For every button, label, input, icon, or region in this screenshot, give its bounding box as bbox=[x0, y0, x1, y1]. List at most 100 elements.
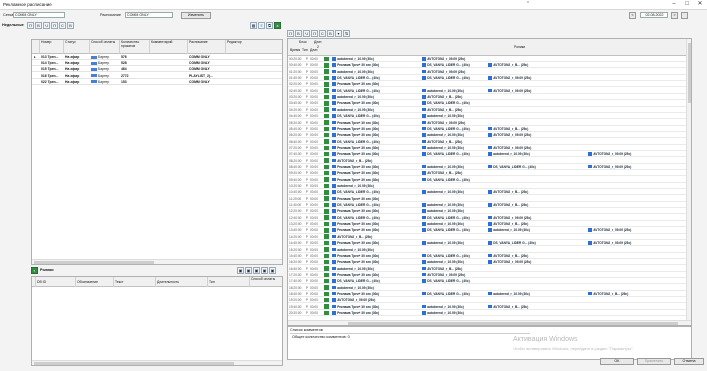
schedule-row[interactable]: 04:40:00 Р 00:00 DS_VANYA_LIDER G... (40с) a… bbox=[288, 113, 688, 120]
day-sun-button[interactable]: В bbox=[67, 22, 74, 29]
schedule-row[interactable]: 07:20:00 Р 00:00 Реклама Трек+ 30 сек (30с)… bbox=[288, 145, 688, 151]
roll-cell[interactable]: AVTOTON2_r_09.09 (25с) bbox=[588, 227, 684, 233]
roll-cell[interactable]: AVTOTON2_r_09.09 (25с) bbox=[488, 88, 586, 94]
roll-cell[interactable]: AVTOTON2_r_B... (25с) bbox=[488, 202, 586, 208]
roll-cell[interactable]: AVTOTON2_r_B... (25с) bbox=[422, 139, 486, 145]
table-row[interactable]: ▸ 013 Трен... На эфир Бартер 576 COMM ONLY bbox=[32, 54, 282, 60]
day-thu-button[interactable]: Ч bbox=[43, 22, 50, 29]
roll-cell[interactable]: autobrend_r_10.09 (30с) bbox=[422, 113, 486, 119]
schedule-row[interactable]: 00:40:00 Р 00:00 Реклама Трек+ 30 сек (30с)… bbox=[288, 62, 688, 69]
roll-cell[interactable]: AVTOTON2_r_09.09 (25с) bbox=[488, 75, 586, 81]
schedule-row[interactable]: 16:40:00 Р 00:00 autobrend_r_10.09 (30с) AVT… bbox=[288, 266, 688, 272]
roll-cell[interactable]: AVTOTON2_r_B... (25с) bbox=[488, 126, 586, 132]
schedule-row[interactable]: 18:40:00 Р 00:00 Реклама Трек+ 30 сек (30с)… bbox=[288, 291, 688, 298]
roll-cell[interactable]: AVTOTON2_r_09.09 (25с) bbox=[488, 145, 586, 151]
roll-cell[interactable]: autobrend_r_10.09 (30с) bbox=[422, 221, 486, 227]
roll-cell[interactable]: AVTOTON2_r_09.09 (25с) bbox=[588, 151, 684, 157]
roll-cell[interactable]: Реклама Трек+ 30 сек (30с) bbox=[332, 145, 420, 151]
roll-cell[interactable]: autobrend_r_10.09 (30с) bbox=[422, 259, 486, 265]
roll-cell[interactable]: DS_VANYA_LIDER G... (40с) bbox=[332, 189, 420, 195]
col-designation[interactable]: Обозначение bbox=[76, 277, 114, 287]
roll-cell[interactable]: autobrend_r_10.09 (30с) bbox=[422, 304, 486, 310]
roll-cell[interactable]: Реклама Трек+ 30 сек (30с) bbox=[332, 240, 420, 246]
grid-view-icon[interactable]: ▦ bbox=[250, 22, 257, 29]
roll-cell[interactable]: Реклама Трек+ 30 сек (30с) bbox=[332, 62, 420, 68]
roll-cell[interactable]: AVTOTON2_r_09.09 (25с) bbox=[588, 164, 684, 170]
roll-cell[interactable]: DS_VANYA_LIDER G... (40с) bbox=[422, 215, 486, 221]
table-row[interactable]: 022 Трен... На эфир Бартер 153 COMM ONLY bbox=[32, 79, 282, 85]
col-payment[interactable]: Способ оплаты bbox=[90, 40, 120, 54]
col-roles-payment[interactable]: Способ оплаты bbox=[250, 277, 282, 287]
schedule-row[interactable]: 02:40:00 Р 00:00 DS_VANYA_LIDER G... (40с) a… bbox=[288, 88, 688, 94]
roll-cell[interactable]: Реклама Трек+ 30 сек (30с) bbox=[332, 120, 420, 126]
roll-cell[interactable]: autobrend_r_10.09 (30с) bbox=[422, 240, 486, 246]
roll-cell[interactable]: autobrend_r_10.09 (30с) bbox=[422, 145, 486, 151]
roll-cell[interactable]: AVTOTON2_r_B... (25с) bbox=[422, 107, 486, 113]
excel-icon[interactable]: x bbox=[274, 22, 281, 29]
roll-cell[interactable]: Реклама Трек+ 30 сек (30с) bbox=[332, 259, 420, 265]
col-number[interactable]: Номер bbox=[40, 40, 64, 54]
roll-cell[interactable]: DS_VANYA_LIDER G... (40с) bbox=[332, 75, 420, 81]
grid-vertical-scrollbar[interactable] bbox=[686, 39, 691, 325]
roll-cell[interactable]: Реклама Трек+ 30 сек (30с) bbox=[332, 227, 420, 233]
roll-cell[interactable]: DS_VANYA_LIDER G... (40с) bbox=[488, 164, 586, 170]
table-row[interactable]: 015 Трен... На эфир Бартер 464 COMM ONLY bbox=[32, 66, 282, 73]
schedule-row[interactable]: 15:40:00 Р 00:00 Реклама Трек+ 30 сек (30с)… bbox=[288, 253, 688, 259]
schedule-row[interactable]: 08:20:00 Р 00:00 AVTOTON2_r_B... (25с) bbox=[288, 158, 688, 164]
roll-cell[interactable]: autobrend_r_10.09 (30с) bbox=[422, 132, 486, 138]
close-button[interactable]: ✕ bbox=[694, 1, 706, 9]
schedule-row[interactable]: 07:40:00 Р 00:00 Реклама Трек+ 30 сек (30с)… bbox=[288, 151, 688, 158]
schedule-row[interactable]: 09:40:00 Р 00:00 Реклама Трек+ 30 сек (30с)… bbox=[288, 177, 688, 183]
date-input[interactable]: 02.08.2022 bbox=[640, 12, 668, 18]
roles-tool-5-icon[interactable]: ▣ bbox=[269, 267, 276, 274]
schedule-row[interactable]: 11:20:00 Р 00:00 Реклама Трек+ 30 сек (30с) bbox=[288, 196, 688, 202]
roll-cell[interactable]: Реклама Трек+ 30 сек (30с) bbox=[332, 221, 420, 227]
roll-cell[interactable]: autobrend_r_10.09 (30с) bbox=[332, 94, 420, 100]
roll-cell[interactable]: DS_VANYA_LIDER G... (40с) bbox=[422, 177, 486, 183]
roles-horizontal-scrollbar[interactable] bbox=[32, 360, 282, 365]
roll-cell[interactable]: AVTOTON2_r_09.09 (25с) bbox=[488, 215, 586, 221]
table-row[interactable]: 014 Трен... На эфир Бартер 528 COMM ONLY bbox=[32, 60, 282, 67]
day-tue-button[interactable]: В bbox=[35, 22, 42, 29]
roll-cell[interactable]: Реклама Трек+ 30 сек (30с) bbox=[332, 196, 420, 202]
col-type[interactable]: Тип bbox=[208, 277, 250, 287]
schedule-row[interactable]: 11:40:00 Р 00:00 DS_VANYA_LIDER G... (40с) a… bbox=[288, 202, 688, 209]
roll-cell[interactable]: Реклама Трек+ 30 сек (30с) bbox=[332, 164, 420, 170]
roll-cell[interactable]: AVTOTON2_r_B... (25с) bbox=[422, 94, 486, 100]
roll-cell[interactable]: autobrend_r_10.09 (30с) bbox=[332, 56, 420, 62]
schedule-row[interactable]: 00:20:00 Р 00:00 autobrend_r_10.09 (30с) AVT… bbox=[288, 56, 688, 63]
roll-cell[interactable]: autobrend_r_10.09 (30с) bbox=[488, 291, 586, 297]
roll-cell[interactable]: Реклама Трек+ 30 сек (30с) bbox=[332, 304, 420, 310]
roll-cell[interactable]: DS_VANYA_LIDER G... (40с) bbox=[422, 100, 486, 106]
roll-cell[interactable]: autobrend_r_10.09 (30с) bbox=[332, 266, 420, 272]
grid-day-fri-button[interactable]: П bbox=[311, 30, 318, 37]
roll-cell[interactable]: DS_VANYA_LIDER G... (40с) bbox=[332, 202, 420, 208]
roll-cell[interactable]: autobrend_r_10.09 (30с) bbox=[488, 227, 586, 233]
schedule-row[interactable]: 17:20:00 Р 00:00 Реклама Трек+ 30 сек (30с)… bbox=[288, 272, 688, 278]
schedule-row[interactable]: 17:40:00 Р 00:00 DS_VANYA_LIDER G... (40с) D… bbox=[288, 278, 688, 285]
roll-cell[interactable]: DS_VANYA_LIDER G... (40с) bbox=[422, 227, 486, 233]
schedule-row[interactable]: 06:20:00 Р 00:00 Реклама Трек+ 30 сек (30с)… bbox=[288, 132, 688, 139]
roles-tool-1-icon[interactable]: ▣ bbox=[237, 267, 244, 274]
grid-day-sun-button[interactable]: В bbox=[327, 30, 334, 37]
grid-day-thu-button[interactable]: Ч bbox=[303, 30, 310, 37]
table-row[interactable]: 016 Трен... На эфир Бартер 2772 PLAYLIST_2(.… bbox=[32, 73, 282, 79]
schedule-row[interactable]: 05:40:00 Р 00:00 Реклама Трек+ 30 сек (30с)… bbox=[288, 126, 688, 132]
schedule-row[interactable]: 10:20:00 Р 00:00 autobrend_r_10.09 (30с) bbox=[288, 183, 688, 190]
roll-cell[interactable]: autobrend_r_10.09 (30с) bbox=[422, 164, 486, 170]
copy-icon[interactable]: ⧉ bbox=[266, 22, 273, 29]
collapse-icon[interactable]: ⌃ bbox=[522, 1, 534, 9]
roll-cell[interactable]: AVTOTON2_r_B... (25с) bbox=[488, 189, 586, 195]
grid-sort-icon[interactable]: ⇅ bbox=[343, 30, 350, 37]
cancel-button[interactable]: Отмена bbox=[674, 358, 704, 365]
col-duration[interactable]: Длительность bbox=[156, 277, 208, 287]
grid-horizontal-scrollbar[interactable] bbox=[288, 320, 691, 325]
roll-cell[interactable]: autobrend_r_10.09 (30с) bbox=[332, 285, 420, 291]
col-editor[interactable]: Редактор bbox=[226, 40, 282, 54]
roll-cell[interactable]: DS_VANYA_LIDER G... (40с) bbox=[422, 62, 486, 68]
roll-cell[interactable]: Реклама Трек+ 30 сек (30с) bbox=[332, 151, 420, 157]
roll-cell[interactable]: DS_VANYA_LIDER G... (40с) bbox=[332, 278, 420, 284]
schedule-row[interactable]: 19:20:00 Р 00:00 AVTOTON2_r_09.09 (25с) bbox=[288, 297, 688, 304]
roll-cell[interactable]: DS_VANYA_LIDER G... (40с) bbox=[332, 88, 420, 94]
roll-cell[interactable]: DS_VANYA_LIDER G... (40с) bbox=[422, 253, 486, 259]
